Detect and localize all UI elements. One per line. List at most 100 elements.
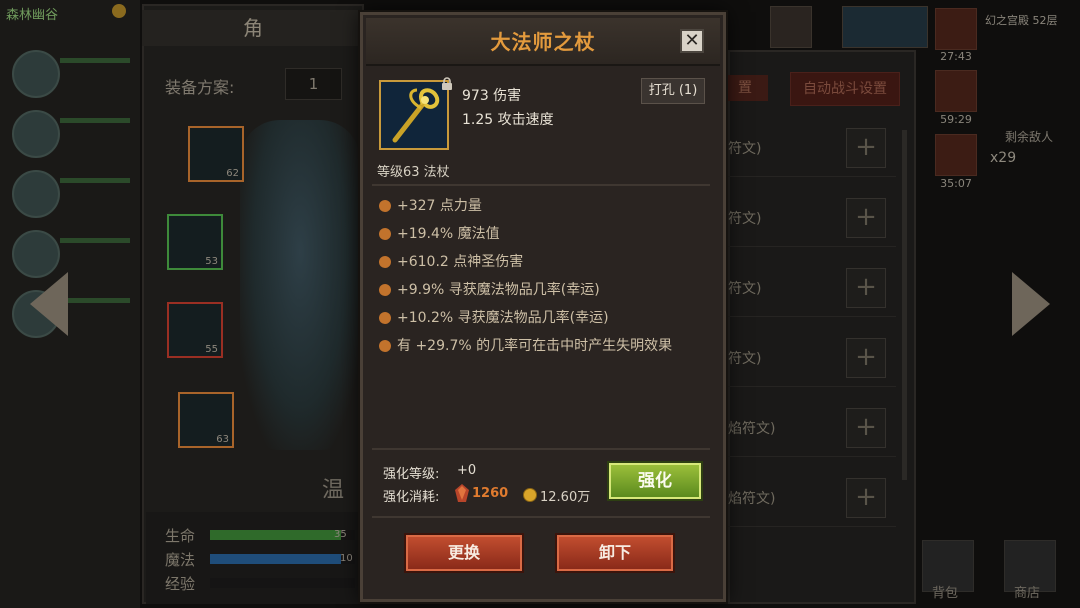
affix-text: +610.2 点神圣伤害 <box>397 254 524 270</box>
prev-character-arrow-icon[interactable] <box>30 272 68 336</box>
add-rune-button[interactable]: + <box>846 338 886 378</box>
enhance-level-label: 强化等级: <box>383 467 440 482</box>
slot-level: 53 <box>205 256 218 267</box>
slot-level: 63 <box>216 434 229 445</box>
party-member-hp-bar <box>60 238 130 243</box>
enemies-remaining-count: x29 <box>990 150 1017 166</box>
affix-text: 有 +29.7% 的几率可在击中时产生失明效果 <box>397 338 673 354</box>
divider <box>372 184 710 186</box>
gem-icon <box>455 484 469 502</box>
bag-label: 背包 <box>932 586 959 601</box>
affix-text: +10.2% 寻获魔法物品几率(幸运) <box>397 310 609 326</box>
replace-button[interactable]: 更换 <box>406 535 522 571</box>
rune-name: 符文) <box>728 351 762 367</box>
add-rune-button[interactable]: + <box>846 268 886 308</box>
add-rune-button[interactable]: + <box>846 478 886 518</box>
mp-label: 魔法 <box>165 551 196 569</box>
mp-value: 10 <box>340 553 353 564</box>
buff-timer: 27:43 <box>940 50 972 63</box>
equip-slot-helmet[interactable]: 62 <box>188 126 244 182</box>
rune-row: 符文) + <box>728 192 896 247</box>
gold-cost: 12.60万 <box>540 490 591 505</box>
party-member-avatar[interactable] <box>12 170 60 218</box>
socket-button[interactable]: 打孔 (1) <box>641 78 705 104</box>
add-rune-button[interactable]: + <box>846 128 886 168</box>
equip-slot-armor[interactable]: 53 <box>167 214 223 270</box>
party-member-avatar[interactable] <box>12 110 60 158</box>
rune-name: 符文) <box>728 211 762 227</box>
next-character-arrow-icon[interactable] <box>1012 272 1050 336</box>
character-panel-title: 角 <box>142 10 364 46</box>
buff-timer: 35:07 <box>940 177 972 190</box>
settings-button-partial[interactable]: 置 <box>722 75 768 101</box>
item-damage: 973 伤害 <box>462 88 522 104</box>
gem-cost: 1260 <box>472 486 509 501</box>
add-rune-button[interactable]: + <box>846 408 886 448</box>
add-rune-button[interactable]: + <box>846 198 886 238</box>
affix-bullet-icon <box>379 228 391 240</box>
hero-portrait <box>240 120 360 450</box>
map-thumbnail-icon[interactable] <box>842 6 928 48</box>
item-attack-speed: 1.25 攻击速度 <box>462 112 554 128</box>
lock-icon[interactable] <box>441 76 453 90</box>
affix-bullet-icon <box>379 312 391 324</box>
rune-name: 符文) <box>728 141 762 157</box>
enemies-remaining-label: 剩余敌人 <box>1005 130 1054 144</box>
affix-text: +19.4% 魔法值 <box>397 226 500 242</box>
divider <box>372 448 710 450</box>
rune-row: 符文) + <box>728 122 896 177</box>
equip-plan-selector[interactable]: 1 <box>285 68 342 100</box>
affix-bullet-icon <box>379 284 391 296</box>
gold-coin-icon <box>523 488 537 502</box>
buff-timer: 59:29 <box>940 113 972 126</box>
divider <box>372 516 710 518</box>
rune-row: 焰符文) + <box>728 472 896 527</box>
xp-label: 经验 <box>165 575 196 593</box>
rune-row: 焰符文) + <box>728 402 896 457</box>
shop-label: 商店 <box>1014 586 1041 601</box>
hp-value: 35 <box>334 529 347 540</box>
close-button[interactable]: ✕ <box>680 29 704 53</box>
mp-bar-fill <box>210 554 341 564</box>
party-member-hp-bar <box>60 118 130 123</box>
enhance-cost-label: 强化消耗: <box>383 490 440 505</box>
rune-row: 符文) + <box>728 332 896 387</box>
hero-name: 温 <box>322 478 345 503</box>
party-member-avatar[interactable] <box>12 50 60 98</box>
rune-name: 焰符文) <box>728 491 776 507</box>
affix-bullet-icon <box>379 200 391 212</box>
hp-label: 生命 <box>165 527 196 545</box>
rune-row: 符文) + <box>728 262 896 317</box>
zone-tag: 森林幽谷 <box>6 8 59 23</box>
rune-scrollbar[interactable] <box>902 130 907 480</box>
rune-name: 焰符文) <box>728 421 776 437</box>
enhance-button[interactable]: 强化 <box>609 463 701 499</box>
buff-icon[interactable] <box>935 8 977 50</box>
affix-bullet-icon <box>379 256 391 268</box>
mp-bar <box>210 554 355 564</box>
floor-indicator: 幻之宫殿 52层 <box>985 14 1058 27</box>
slot-level: 55 <box>205 344 218 355</box>
portal-icon[interactable] <box>770 6 812 48</box>
slot-level: 62 <box>226 168 239 179</box>
enhance-level-value: +0 <box>457 463 477 478</box>
buff-icon[interactable] <box>935 134 977 176</box>
party-member-hp-bar <box>60 178 130 183</box>
xp-bar <box>210 578 355 588</box>
staff-icon <box>379 80 449 150</box>
unequip-button[interactable]: 卸下 <box>557 535 673 571</box>
auto-battle-settings-button[interactable]: 自动战斗设置 <box>790 72 900 106</box>
party-member-hp-bar <box>60 58 130 63</box>
party-member-avatar[interactable] <box>12 230 60 278</box>
item-level-type: 等级63 法杖 <box>377 165 450 180</box>
buff-icon[interactable] <box>935 70 977 112</box>
equip-slot-weapon[interactable]: 63 <box>178 392 234 448</box>
hp-bar-fill <box>210 530 341 540</box>
equip-slot-ring[interactable]: 55 <box>167 302 223 358</box>
affix-text: +327 点力量 <box>397 198 482 214</box>
party-member-hp-bar <box>60 298 130 303</box>
affix-text: +9.9% 寻获魔法物品几率(幸运) <box>397 282 600 298</box>
coin-icon <box>112 4 126 18</box>
item-name: 大法师之杖 <box>490 30 596 54</box>
equip-plan-label: 装备方案: <box>165 78 235 97</box>
